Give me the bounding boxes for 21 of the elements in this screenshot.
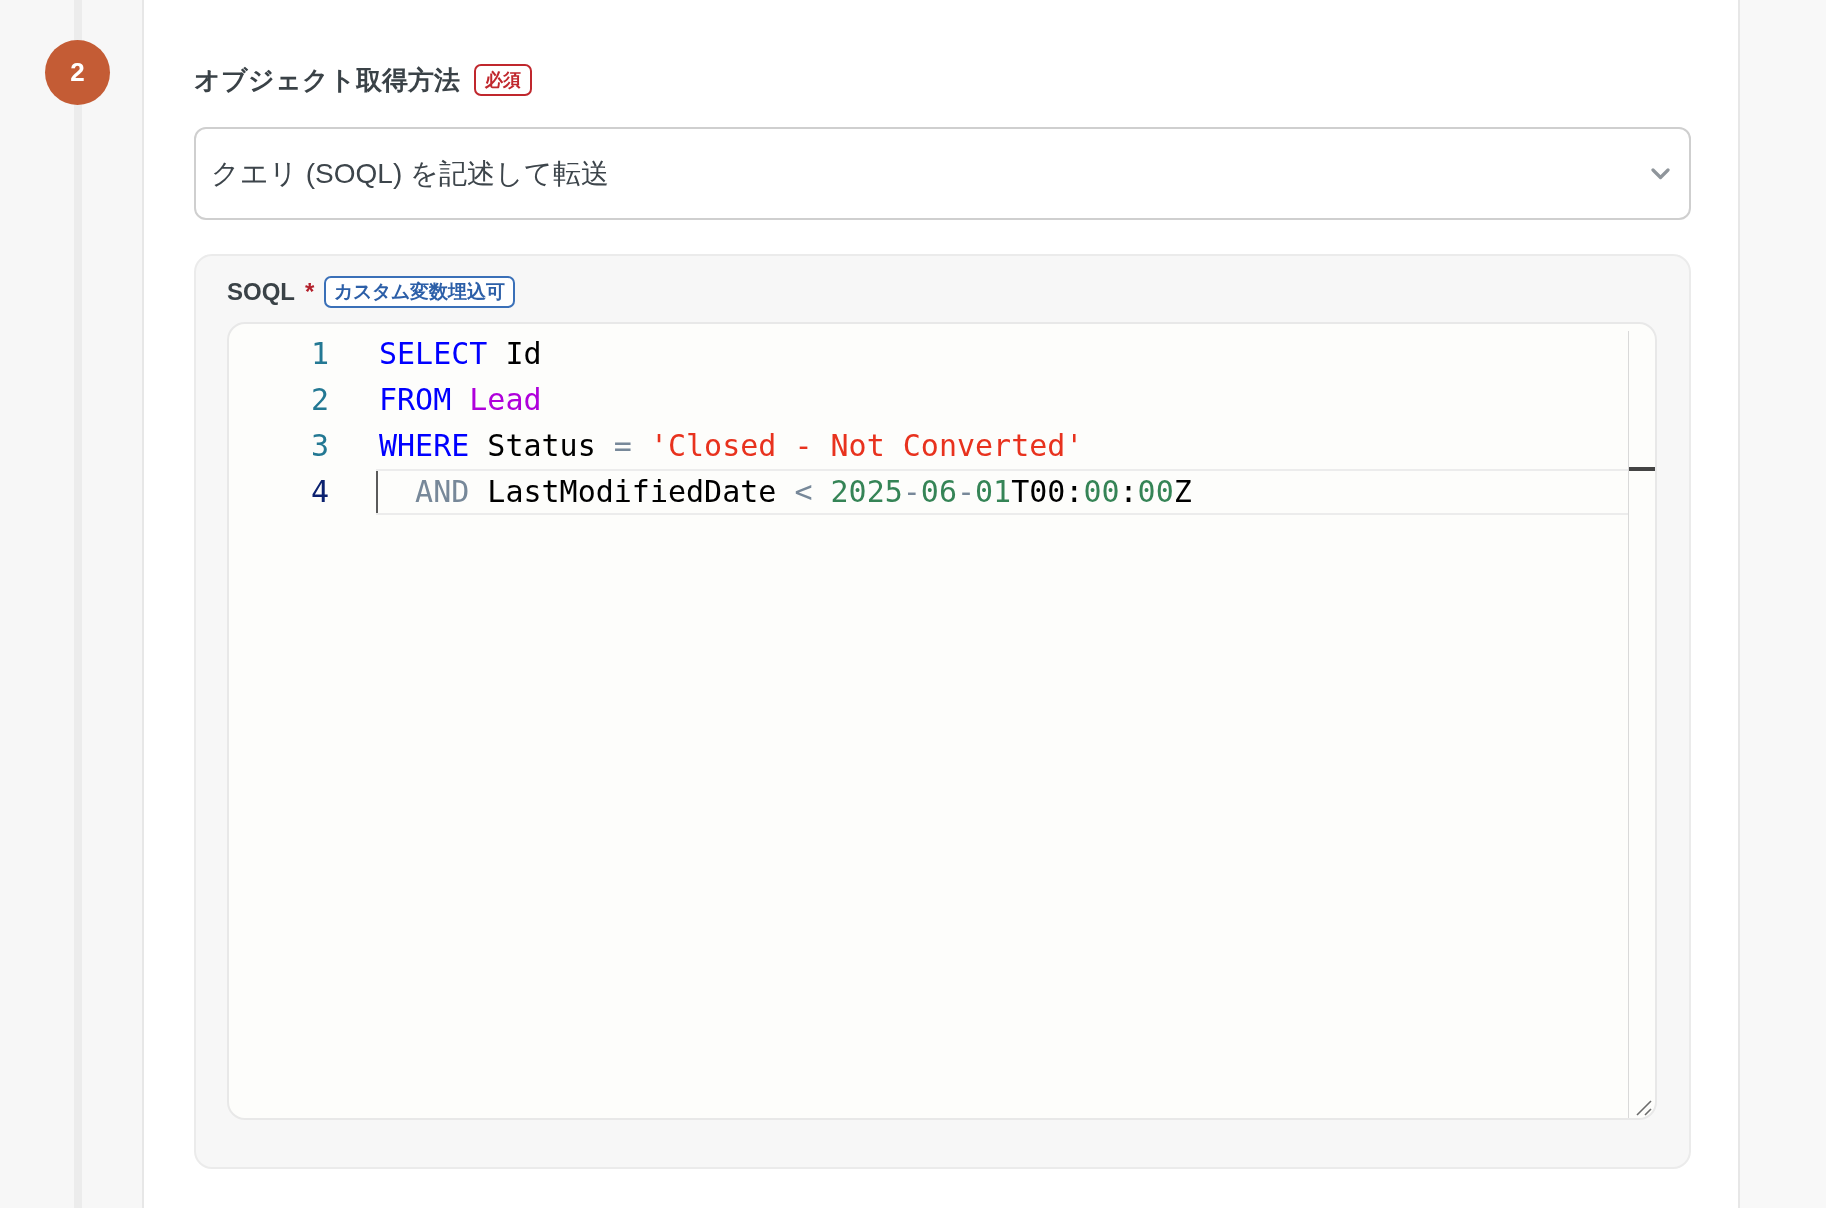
field-label: オブジェクト取得方法 <box>194 63 460 97</box>
position-marker-icon <box>1629 467 1655 471</box>
code-line: SELECT Id <box>379 335 542 373</box>
code-line: AND LastModifiedDate < 2025-06-01T00:00:00Z <box>414 473 1192 511</box>
code-line: FROM Lead <box>379 381 542 419</box>
field-label: SOQL <box>227 278 295 306</box>
line-number: 2 <box>310 381 329 419</box>
variable-tag: カスタム変数埋込可 <box>324 276 516 308</box>
required-tag: 必須 <box>474 64 532 96</box>
resize-handle-icon[interactable] <box>1636 1100 1652 1116</box>
scrollbar-track[interactable] <box>1628 331 1655 1118</box>
required-asterisk: * <box>305 278 315 306</box>
text-cursor-icon <box>376 471 378 513</box>
line-number: 3 <box>310 427 329 465</box>
code-editor[interactable]: 1 2 3 4 SELECT Id FROM Lead WHERE Status = 'Closed - Not Converted' AND LastModifiedDate < 2025-06-01T00:00:00Z <box>227 322 1657 1120</box>
dropdown-select[interactable]: クエリ (SOQL) を記述して転送 <box>194 127 1691 220</box>
line-number: 4 <box>310 473 329 511</box>
chevron-down-icon <box>1651 167 1670 180</box>
code-line: WHERE Status = 'Closed - Not Converted' <box>379 427 1084 465</box>
step-indicator: 2 <box>45 40 110 105</box>
line-number: 1 <box>310 335 329 373</box>
